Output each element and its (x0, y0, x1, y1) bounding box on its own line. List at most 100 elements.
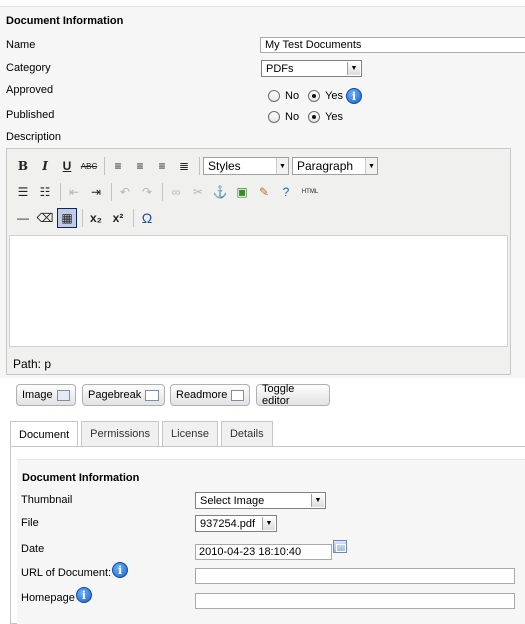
file-select-value: 937254.pdf (200, 517, 256, 530)
file-label: File (21, 517, 39, 529)
image-button[interactable]: Image (16, 384, 76, 406)
toolbar-separator (60, 183, 61, 201)
calendar-icon[interactable] (333, 540, 347, 553)
pagebreak-button-label: Pagebreak (88, 389, 142, 401)
tab-permissions[interactable]: Permissions (81, 421, 160, 446)
url-input[interactable] (195, 568, 515, 584)
published-yes-radio[interactable] (308, 111, 321, 123)
category-label: Category (6, 62, 51, 74)
approved-no-label: No (285, 90, 300, 102)
unlink-icon[interactable]: ✂ (188, 182, 208, 202)
table-icon[interactable]: ▦ (57, 208, 77, 228)
thumbnail-label: Thumbnail (21, 494, 73, 506)
numbered-list-icon[interactable]: ☷ (35, 182, 55, 202)
tab-details[interactable]: Details (220, 421, 273, 446)
chevron-down-icon: ▼ (276, 158, 288, 174)
styles-select[interactable]: Styles ▼ (203, 157, 289, 175)
toolbar-separator (82, 209, 83, 227)
format-select[interactable]: Paragraph ▼ (292, 157, 378, 175)
tab-bar: Document Permissions License Details (10, 421, 276, 447)
info-icon[interactable]: i (346, 88, 363, 104)
editor-path: Path: p (13, 357, 52, 371)
rich-text-editor: B I U ABC ≡ ≡ ≡ ≣ Styles ▼ Paragraph ▼ ☰… (6, 148, 511, 375)
approved-yes-label: Yes (325, 90, 344, 102)
help-icon[interactable]: ? (276, 182, 296, 202)
remove-format-icon[interactable]: ⌫ (35, 208, 55, 228)
underline-button[interactable]: U (57, 156, 77, 176)
special-char-icon[interactable]: Ω (137, 208, 157, 228)
readmore-button-label: Readmore (176, 389, 228, 401)
date-input[interactable] (195, 544, 332, 560)
published-yes-label: Yes (325, 111, 344, 123)
bold-button[interactable]: B (13, 156, 33, 176)
name-label: Name (6, 39, 36, 51)
thumbnail-select[interactable]: Select Image ▼ (195, 492, 326, 509)
editor-toolbar-row-1: B I U ABC ≡ ≡ ≡ ≣ Styles ▼ Paragraph ▼ (13, 154, 381, 178)
indent-icon[interactable]: ⇥ (86, 182, 106, 202)
outdent-icon[interactable]: ⇤ (64, 182, 84, 202)
toolbar-separator (199, 157, 200, 175)
url-label-row: URL of Document: i (21, 562, 129, 579)
published-radio-group: No Yes (268, 111, 352, 123)
superscript-icon[interactable]: x² (108, 208, 128, 228)
approved-radio-group: No Yes i (268, 88, 363, 104)
pagebreak-icon (145, 389, 159, 401)
info-icon[interactable]: i (112, 562, 129, 578)
chevron-down-icon: ▼ (311, 494, 324, 507)
file-select[interactable]: 937254.pdf ▼ (195, 515, 277, 532)
approved-no-radio[interactable] (268, 90, 280, 102)
html-source-button[interactable]: HTML (298, 182, 322, 202)
image-button-label: Image (22, 389, 53, 401)
editor-content-area[interactable] (9, 235, 508, 347)
align-center-icon[interactable]: ≡ (130, 156, 150, 176)
section-title: Document Information (6, 15, 124, 27)
description-label: Description (6, 131, 62, 143)
bullet-list-icon[interactable]: ☰ (13, 182, 33, 202)
italic-button[interactable]: I (35, 156, 55, 176)
approved-label: Approved (6, 84, 54, 96)
published-label: Published (6, 109, 55, 121)
homepage-label: Homepage (21, 592, 75, 604)
image-icon[interactable]: ▣ (232, 182, 252, 202)
editor-toolbar-row-2: ☰ ☷ ⇤ ⇥ ↶ ↷ ∞ ✂ ⚓ ▣ ✎ ? HTML (13, 180, 324, 204)
cleanup-icon[interactable]: ✎ (254, 182, 274, 202)
toggle-editor-button-label: Toggle editor (262, 383, 295, 407)
subscript-icon[interactable]: x₂ (86, 208, 106, 228)
approved-yes-radio[interactable] (308, 90, 321, 102)
tab-license[interactable]: License (162, 421, 218, 446)
name-input[interactable] (260, 37, 525, 53)
chevron-down-icon: ▼ (365, 158, 377, 174)
url-label: URL of Document: (21, 567, 112, 579)
strikethrough-button[interactable]: ABC (79, 156, 99, 176)
tab-section-title: Document Information (22, 472, 140, 484)
toolbar-separator (111, 183, 112, 201)
homepage-label-row: Homepage i (21, 587, 92, 604)
align-left-icon[interactable]: ≡ (108, 156, 128, 176)
tab-document[interactable]: Document (10, 421, 79, 447)
toolbar-separator (104, 157, 105, 175)
editor-toolbar-row-3: — ⌫ ▦ x₂ x² Ω (13, 206, 159, 230)
category-select-value: PDFs (266, 62, 294, 75)
align-justify-icon[interactable]: ≣ (174, 156, 194, 176)
chevron-down-icon: ▼ (262, 517, 275, 530)
toolbar-separator (133, 209, 134, 227)
format-select-value: Paragraph (297, 159, 354, 173)
image-icon (56, 389, 70, 401)
toggle-editor-button[interactable]: Toggle editor (256, 383, 330, 407)
category-select[interactable]: PDFs ▼ (261, 60, 362, 77)
align-right-icon[interactable]: ≡ (152, 156, 172, 176)
link-icon[interactable]: ∞ (166, 182, 186, 202)
published-no-radio[interactable] (268, 111, 280, 123)
anchor-icon[interactable]: ⚓ (210, 182, 230, 202)
pagebreak-button[interactable]: Pagebreak (82, 384, 165, 406)
chevron-down-icon: ▼ (347, 62, 360, 75)
readmore-icon (231, 389, 244, 401)
info-icon[interactable]: i (75, 587, 92, 603)
homepage-input[interactable] (195, 593, 515, 609)
undo-icon[interactable]: ↶ (115, 182, 135, 202)
toolbar-separator (162, 183, 163, 201)
styles-select-value: Styles (208, 159, 241, 173)
horizontal-rule-icon[interactable]: — (13, 208, 33, 228)
readmore-button[interactable]: Readmore (170, 384, 250, 406)
redo-icon[interactable]: ↷ (137, 182, 157, 202)
